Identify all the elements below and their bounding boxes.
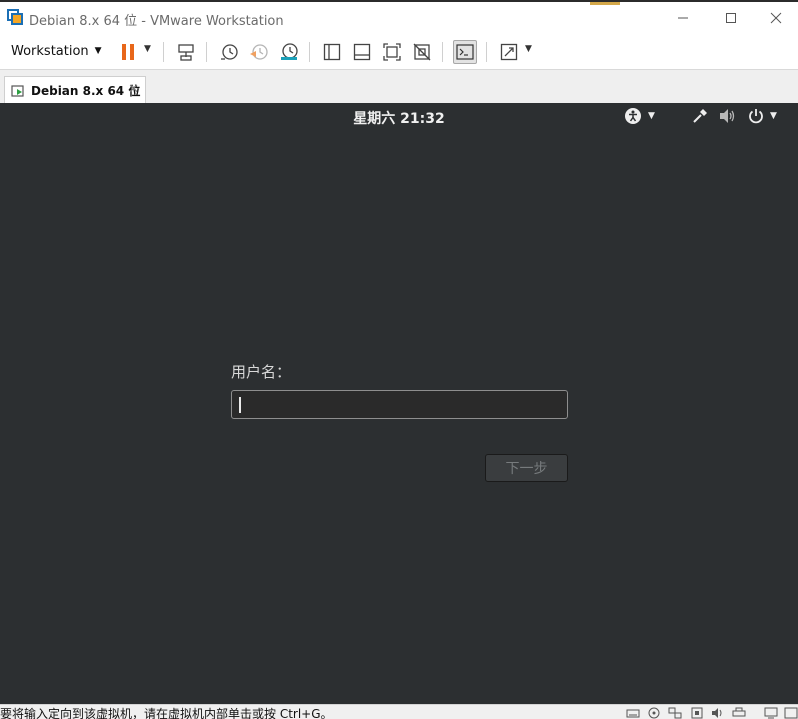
message-log-icon[interactable] [784, 707, 798, 719]
console-view-button[interactable] [453, 40, 477, 64]
printer-icon[interactable] [732, 707, 746, 719]
send-ctrl-alt-del-button[interactable] [174, 40, 198, 64]
username-input[interactable] [231, 390, 568, 419]
workstation-menu[interactable]: Workstation ▼ [6, 39, 107, 63]
show-library-button[interactable] [320, 40, 344, 64]
accessibility-menu[interactable]: ▼ [624, 107, 655, 125]
snapshot-clock-icon [221, 44, 238, 60]
toolbar-divider [309, 42, 310, 62]
close-window-button[interactable] [753, 2, 798, 34]
vm-tab-strip: Debian 8.x 64 位 ✕ [0, 70, 798, 104]
volume-status[interactable] [719, 107, 737, 125]
full-screen-icon [383, 43, 401, 61]
pause-icon [122, 44, 134, 60]
power-options-dropdown-icon[interactable]: ▼ [144, 44, 151, 54]
power-menu[interactable]: ▼ [748, 107, 777, 125]
window-title: Debian 8.x 64 位 - VMware Workstation [29, 14, 284, 29]
maximize-button[interactable] [708, 2, 754, 34]
toolbar-divider [442, 42, 443, 62]
next-button[interactable]: 下一步 [485, 454, 568, 482]
status-bar: 要将输入定向到该虚拟机，请在虚拟机内部单击或按 Ctrl+G。 [0, 704, 798, 719]
close-tab-icon[interactable]: ✕ [128, 82, 139, 97]
snapshot-manager-icon [281, 43, 298, 60]
snapshot-manager-button[interactable] [277, 40, 301, 64]
unity-mode-button[interactable] [410, 40, 434, 64]
power-icon [749, 109, 763, 124]
tab-label: Debian 8.x 64 位 [31, 84, 141, 98]
show-thumbnail-bar-button[interactable] [350, 40, 374, 64]
toolbar-divider [486, 42, 487, 62]
pause-vm-button[interactable] [116, 40, 140, 64]
cd-dvd-icon[interactable] [647, 707, 661, 719]
unity-disabled-icon [413, 43, 431, 61]
chevron-down-icon: ▼ [94, 46, 102, 56]
top-bar-clock[interactable]: 星期六 21:32 [0, 108, 798, 128]
text-cursor [239, 397, 241, 413]
bottom-panel-icon [353, 43, 371, 61]
sidebar-layout-icon [323, 43, 341, 61]
stretch-guest-button[interactable] [497, 40, 521, 64]
vm-running-icon [11, 84, 24, 97]
chevron-down-icon: ▼ [648, 111, 655, 121]
keyboard-send-icon [178, 44, 194, 61]
vmware-logo-icon [7, 9, 23, 25]
revert-snapshot-icon [250, 44, 268, 60]
volume-icon [720, 109, 735, 123]
title-bar: Debian 8.x 64 位 - VMware Workstation [0, 0, 798, 34]
workstation-menu-label: Workstation [11, 43, 89, 59]
status-message: 要将输入定向到该虚拟机，请在虚拟机内部单击或按 Ctrl+G。 [0, 707, 333, 719]
view-options-dropdown-icon[interactable]: ▼ [525, 44, 532, 54]
guest-display[interactable]: 星期六 21:32 ▼ ▼ 用户名： 下一步 [0, 103, 798, 704]
minimize-icon [678, 17, 688, 19]
display-icon[interactable] [764, 707, 778, 719]
network-status[interactable] [692, 107, 708, 125]
wired-network-icon [693, 109, 707, 123]
main-toolbar: Workstation ▼ ▼ ▼ [0, 34, 798, 70]
minimize-button[interactable] [660, 2, 706, 34]
network-adapter-icon[interactable] [668, 707, 682, 719]
username-label: 用户名： [231, 363, 292, 381]
expand-icon [500, 43, 518, 61]
toolbar-divider [163, 42, 164, 62]
maximize-icon [726, 13, 736, 23]
full-screen-button[interactable] [380, 40, 404, 64]
accessibility-icon [625, 108, 641, 124]
close-icon [770, 12, 782, 24]
usb-device-icon[interactable] [690, 707, 704, 719]
take-snapshot-button[interactable] [217, 40, 241, 64]
hard-disk-icon[interactable] [626, 707, 640, 719]
tab-debian-vm[interactable]: Debian 8.x 64 位 ✕ [4, 76, 146, 104]
sound-card-icon[interactable] [711, 707, 725, 719]
toolbar-divider [206, 42, 207, 62]
title-accent [590, 2, 620, 5]
chevron-down-icon: ▼ [770, 111, 777, 121]
revert-snapshot-button[interactable] [247, 40, 271, 64]
console-icon [456, 44, 474, 60]
